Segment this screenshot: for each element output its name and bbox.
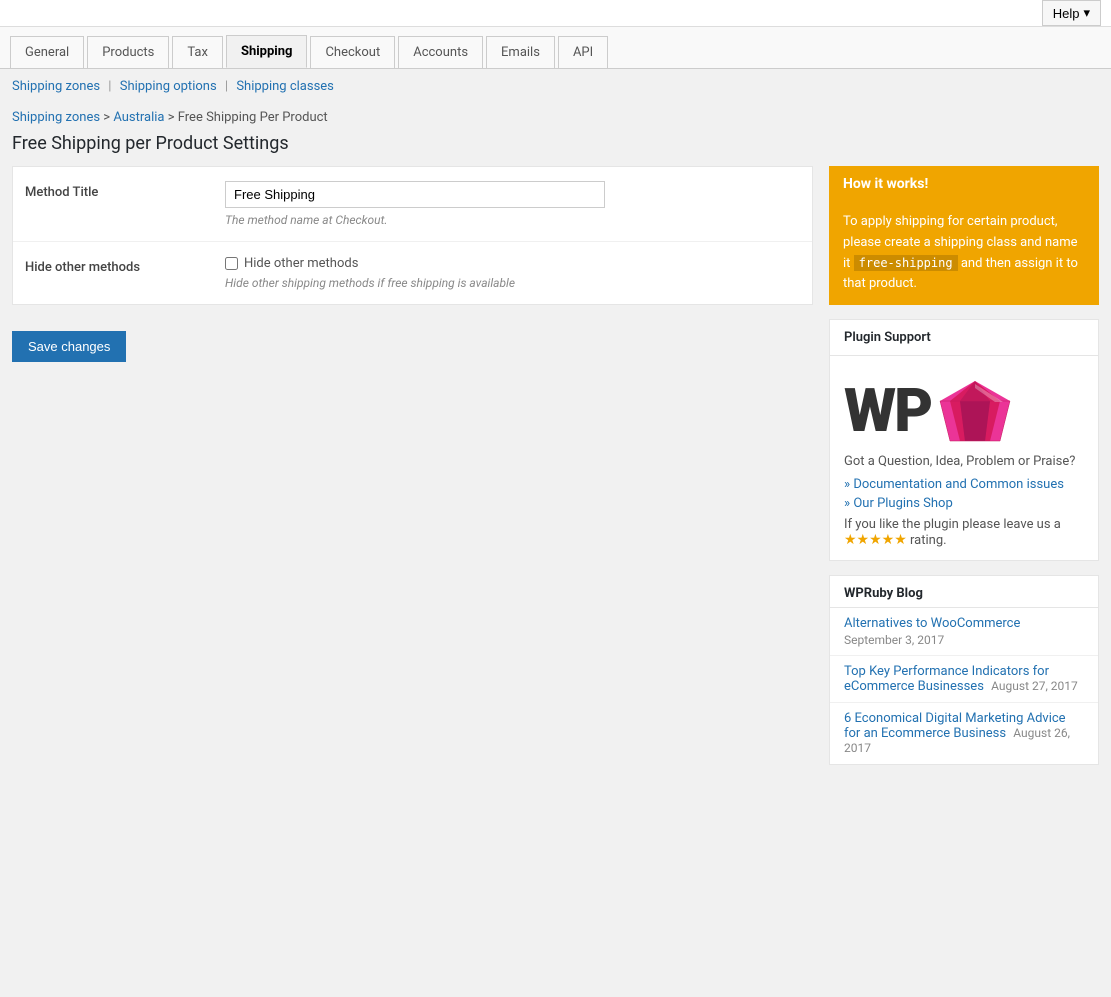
tab-emails[interactable]: Emails (486, 36, 555, 68)
page-title: Free Shipping per Product Settings (0, 129, 1111, 166)
stars: ★★★★★ (844, 532, 907, 548)
plugins-shop-link[interactable]: Our Plugins Shop (844, 496, 1084, 511)
main-layout: Method Title The method name at Checkout… (0, 166, 1111, 799)
method-title-value-container: The method name at Checkout. (225, 181, 800, 227)
breadcrumb-australia[interactable]: Australia (113, 110, 164, 125)
settings-section: Method Title The method name at Checkout… (12, 166, 813, 305)
wp-text: WP (844, 381, 931, 441)
how-it-works-body: To apply shipping for certain product, p… (829, 202, 1099, 305)
tab-tax[interactable]: Tax (172, 36, 223, 68)
how-it-works-code: free-shipping (854, 255, 958, 271)
rating-text-before: If you like the plugin please leave us a (844, 517, 1061, 532)
save-changes-button[interactable]: Save changes (12, 331, 126, 362)
help-label: Help (1053, 6, 1080, 21)
blog-post-0-date: September 3, 2017 (844, 633, 1084, 647)
breadcrumb: Shipping zones > Australia > Free Shippi… (0, 104, 1111, 129)
sidebar: How it works! To apply shipping for cert… (829, 166, 1099, 779)
chevron-down-icon: ▾ (1083, 5, 1090, 21)
tab-checkout[interactable]: Checkout (310, 36, 395, 68)
plugin-support-card: Plugin Support WP Got a Question, Idea, … (829, 319, 1099, 561)
subnav-shipping-zones[interactable]: Shipping zones (12, 79, 100, 94)
hide-methods-value-container: Hide other methods Hide other shipping m… (225, 256, 800, 290)
method-title-row: Method Title The method name at Checkout… (13, 167, 812, 242)
diamond-icon (935, 376, 1015, 446)
blog-post-0-link[interactable]: Alternatives to WooCommerce (844, 616, 1020, 631)
breadcrumb-current: Free Shipping Per Product (178, 110, 328, 125)
method-title-input[interactable] (225, 181, 605, 208)
nav-tabs: General Products Tax Shipping Checkout A… (0, 27, 1111, 69)
method-title-hint: The method name at Checkout. (225, 213, 800, 227)
method-title-label: Method Title (25, 181, 225, 200)
main-content: Method Title The method name at Checkout… (12, 166, 813, 779)
tab-products[interactable]: Products (87, 36, 169, 68)
tab-api[interactable]: API (558, 36, 608, 68)
breadcrumb-shipping-zones[interactable]: Shipping zones (12, 110, 100, 125)
tab-shipping[interactable]: Shipping (226, 35, 308, 68)
subnav-shipping-options[interactable]: Shipping options (120, 79, 217, 94)
hide-methods-checkbox[interactable] (225, 257, 238, 270)
blog-header: WPRuby Blog (830, 576, 1098, 608)
hide-methods-label: Hide other methods (25, 256, 225, 275)
hide-methods-checkbox-row: Hide other methods (225, 256, 800, 271)
wp-logo: WP (844, 376, 1084, 446)
blog-entry-0: Alternatives to WooCommerce September 3,… (830, 608, 1098, 656)
blog-entry-2: 6 Economical Digital Marketing Advice fo… (830, 703, 1098, 764)
help-button[interactable]: Help ▾ (1042, 0, 1101, 26)
rating-text-after: rating. (910, 533, 947, 548)
subnav: Shipping zones | Shipping options | Ship… (0, 69, 1111, 104)
how-it-works-card: How it works! To apply shipping for cert… (829, 166, 1099, 305)
plugin-support-body: WP Got a Question, Idea, Problem or Prai… (830, 356, 1098, 560)
plugin-support-header: Plugin Support (830, 320, 1098, 356)
blog-card: WPRuby Blog Alternatives to WooCommerce … (829, 575, 1099, 765)
blog-entry-1: Top Key Performance Indicators for eComm… (830, 656, 1098, 703)
hide-methods-hint: Hide other shipping methods if free ship… (225, 276, 800, 290)
how-it-works-header: How it works! (829, 166, 1099, 202)
support-text: Got a Question, Idea, Problem or Praise? (844, 454, 1084, 469)
rating-line: If you like the plugin please leave us a… (844, 517, 1084, 548)
hide-methods-checkbox-label[interactable]: Hide other methods (244, 256, 358, 271)
subnav-shipping-classes[interactable]: Shipping classes (236, 79, 334, 94)
hide-methods-row: Hide other methods Hide other methods Hi… (13, 242, 812, 304)
documentation-link[interactable]: Documentation and Common issues (844, 477, 1084, 492)
tab-accounts[interactable]: Accounts (398, 36, 483, 68)
tab-general[interactable]: General (10, 36, 84, 68)
top-bar: Help ▾ (0, 0, 1111, 27)
blog-post-1-date-inline: August 27, 2017 (991, 679, 1078, 693)
